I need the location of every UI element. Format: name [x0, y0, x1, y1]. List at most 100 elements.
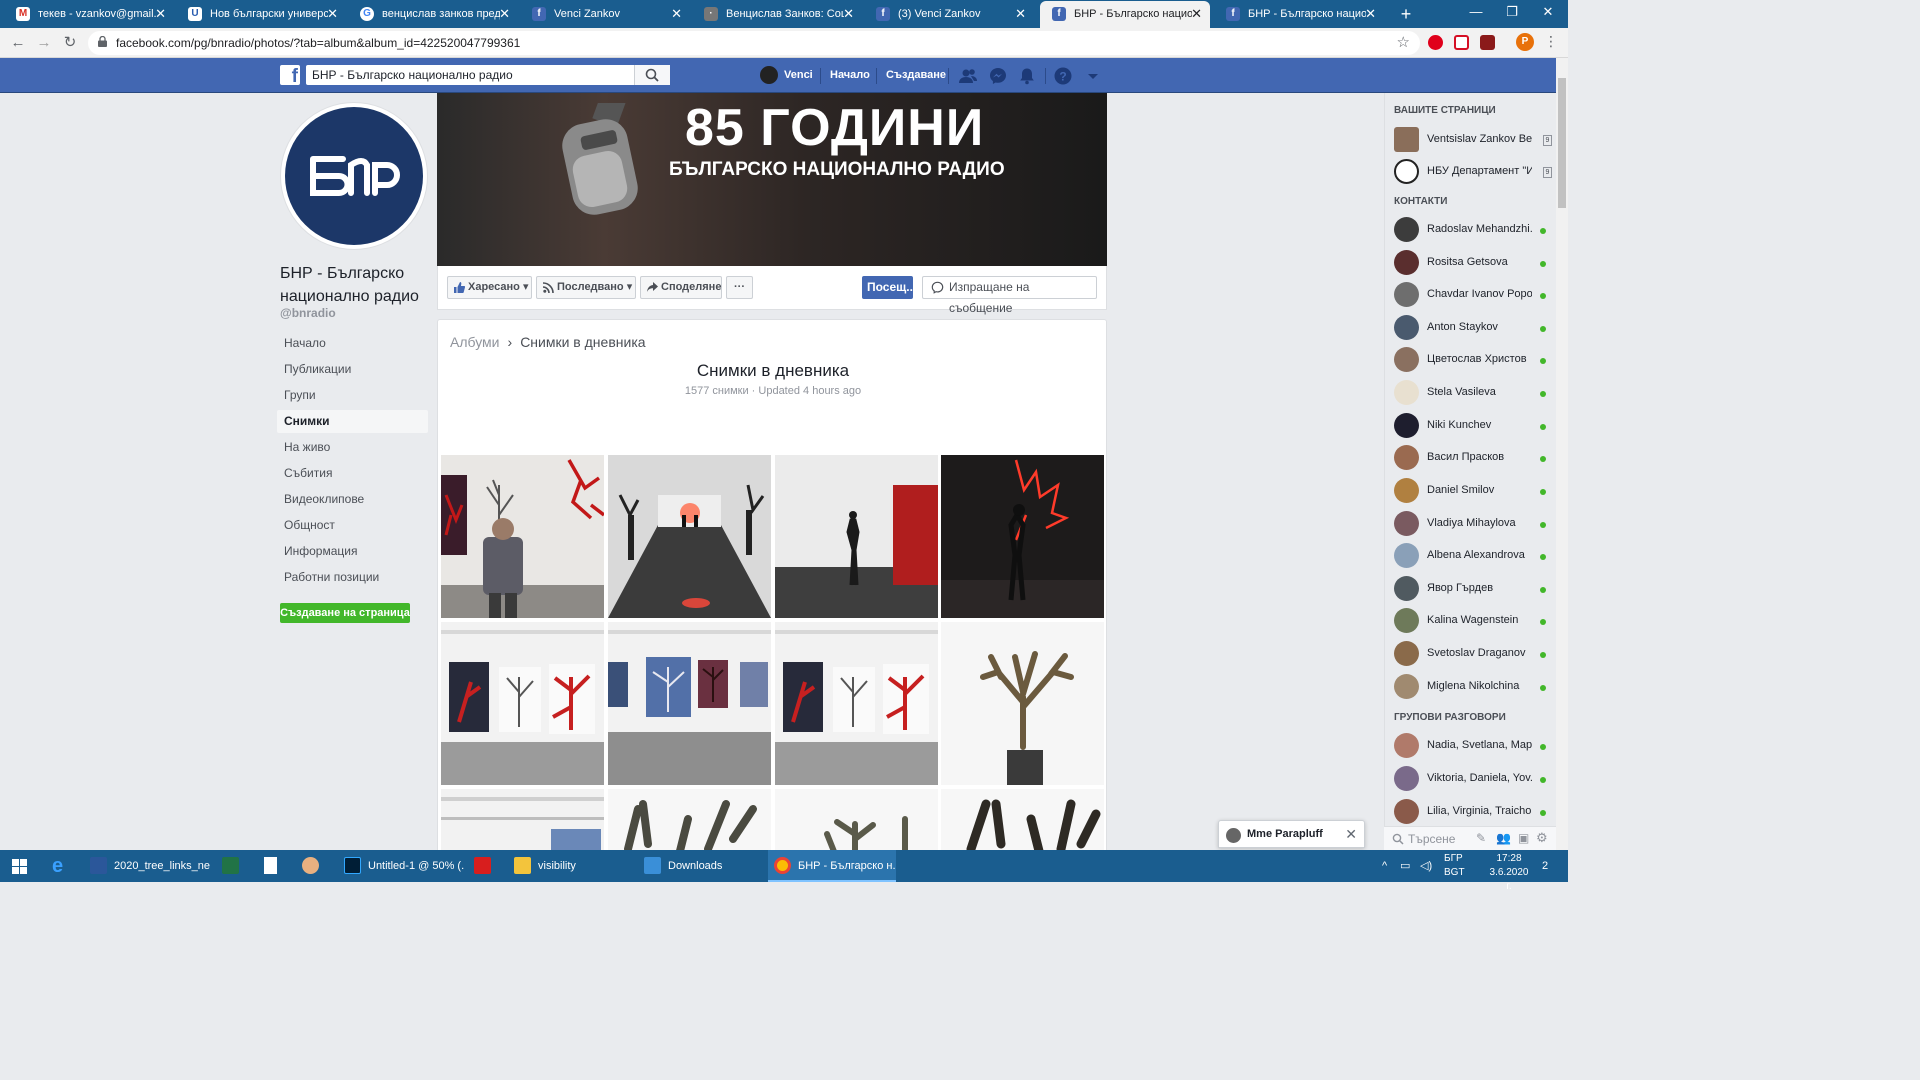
messenger-icon[interactable]	[988, 66, 1008, 86]
address-bar[interactable]: facebook.com/pg/bnradio/photos/?tab=albu…	[88, 31, 1420, 55]
contact-item[interactable]: Васил Прасков	[1394, 445, 1554, 473]
album-photo[interactable]	[941, 622, 1104, 785]
close-tab-icon[interactable]: ✕	[671, 1, 682, 27]
group-conversation-item[interactable]: Viktoria, Daniela, Yov...	[1394, 766, 1554, 794]
sidebar-page-item[interactable]: НБУ Департамент "И... 9	[1394, 159, 1554, 187]
network-icon[interactable]: ▭	[1400, 850, 1410, 882]
contact-item[interactable]: Albena Alexandrova	[1394, 543, 1554, 571]
opera-extension-icon[interactable]	[1428, 35, 1443, 50]
share-button[interactable]: Споделяне	[640, 276, 722, 299]
album-photo[interactable]	[941, 455, 1104, 618]
page-nav-posts[interactable]: Публикации	[277, 358, 428, 381]
contact-item[interactable]: Rositsa Getsova	[1394, 250, 1554, 278]
browser-app-icon[interactable]	[302, 850, 322, 882]
browser-tab[interactable]: G венцислав занков пред ме ✕	[348, 1, 518, 28]
page-nav-home[interactable]: Начало	[277, 332, 428, 355]
contact-item[interactable]: Vladiya Mihaylova	[1394, 511, 1554, 539]
edge-icon[interactable]: e	[52, 850, 63, 882]
friend-requests-icon[interactable]	[958, 66, 978, 86]
notification-center-icon[interactable]: 2	[1536, 850, 1554, 882]
browser-tab-active[interactable]: f БНР - Българско национал ✕	[1040, 1, 1210, 28]
group-conversation-item[interactable]: Lilia, Virginia, Traicho, 42 д...	[1394, 799, 1554, 827]
close-tab-icon[interactable]: ✕	[1365, 1, 1376, 27]
home-link[interactable]: Начало	[830, 66, 870, 84]
contact-item[interactable]: Kalina Wagenstein	[1394, 608, 1554, 636]
page-nav-videos[interactable]: Видеоклипове	[277, 488, 428, 511]
album-photo[interactable]	[608, 455, 771, 618]
file-icon[interactable]	[264, 850, 284, 882]
close-tab-icon[interactable]: ✕	[155, 1, 166, 27]
close-icon[interactable]: ✕	[1345, 826, 1357, 843]
page-nav-community[interactable]: Общност	[277, 514, 428, 537]
contact-item[interactable]: Miglena Nikolchina	[1394, 674, 1554, 702]
forward-icon[interactable]: →	[34, 33, 54, 53]
contact-item[interactable]: Daniel Smilov	[1394, 478, 1554, 506]
create-page-button[interactable]: Създаване на страница	[280, 603, 410, 623]
new-message-icon[interactable]: ✎	[1476, 831, 1486, 845]
group-conversation-item[interactable]: Nadia, Svetlana, Mар...	[1394, 733, 1554, 761]
chat-search-input[interactable]: Търсене ✎ 👥 ▣ ⚙	[1384, 826, 1556, 850]
clock[interactable]: 17:28 3.6.2020 г.	[1486, 852, 1532, 894]
visit-website-button[interactable]: Посещ...	[862, 276, 913, 299]
volume-icon[interactable]: ◁)	[1420, 850, 1432, 882]
sidebar-page-item[interactable]: Ventsislav Zankov Вен... 9	[1394, 127, 1554, 155]
page-nav-photos[interactable]: Снимки	[277, 410, 428, 433]
more-options-button[interactable]: ···	[726, 276, 753, 299]
taskbar-item-chrome[interactable]: БНР - Българско н...	[768, 850, 896, 882]
close-window-icon[interactable]: ✕	[1538, 4, 1558, 20]
close-tab-icon[interactable]: ✕	[1191, 1, 1202, 27]
input-language[interactable]: БГР BGT	[1444, 852, 1465, 880]
browser-tab[interactable]: U Нов български университет ✕	[176, 1, 346, 28]
page-nav-live[interactable]: На живо	[277, 436, 428, 459]
minimize-icon[interactable]: —	[1466, 4, 1486, 19]
windows-start-icon[interactable]	[12, 859, 27, 874]
contact-item[interactable]: Цветослав Христов	[1394, 347, 1554, 375]
profile-avatar[interactable]: P	[1516, 33, 1534, 51]
back-icon[interactable]: ←	[8, 33, 28, 53]
taskbar-item-downloads[interactable]: Downloads	[638, 850, 764, 882]
pdf-extension-icon[interactable]	[1480, 35, 1495, 50]
restore-icon[interactable]: ❐	[1502, 4, 1522, 20]
excel-icon[interactable]	[222, 850, 242, 882]
page-title[interactable]: БНР - Българско национално радио	[280, 262, 440, 308]
tray-chevron-up-icon[interactable]: ^	[1382, 850, 1387, 882]
new-tab-button[interactable]: +	[1396, 4, 1416, 24]
taskbar-item-photoshop[interactable]: Untitled-1 @ 50% (...	[338, 850, 464, 882]
close-tab-icon[interactable]: ✕	[1015, 1, 1026, 27]
album-photo[interactable]	[608, 789, 771, 859]
help-icon[interactable]: ?	[1053, 66, 1073, 86]
taskbar-item-word[interactable]: 2020_tree_links_net....	[84, 850, 210, 882]
page-nav-events[interactable]: Събития	[277, 462, 428, 485]
browser-tab[interactable]: M текев - vzankov@gmail.com ✕	[4, 1, 174, 28]
new-group-icon[interactable]: 👥	[1496, 831, 1511, 845]
breadcrumb-albums-link[interactable]: Албуми	[450, 334, 500, 350]
contact-item[interactable]: Anton Staykov	[1394, 315, 1554, 343]
bookmark-star-icon[interactable]: ☆	[1397, 33, 1410, 51]
following-button[interactable]: Последвано ▾	[536, 276, 636, 299]
contact-item[interactable]: Stela Vasileva	[1394, 380, 1554, 408]
page-nav-about[interactable]: Информация	[277, 540, 428, 563]
close-tab-icon[interactable]: ✕	[327, 1, 338, 27]
create-link[interactable]: Създаване	[886, 66, 946, 84]
facebook-logo-icon[interactable]: f	[280, 65, 300, 85]
browser-tab[interactable]: · Венцислав Занков: Социал ✕	[692, 1, 862, 28]
acrobat-icon[interactable]	[474, 850, 494, 882]
taskbar-item-visibility[interactable]: visibility	[508, 850, 634, 882]
facebook-search-input[interactable]: БНР - Българско национално радио	[306, 65, 670, 85]
chat-tab[interactable]: Mme Parapluff ✕	[1218, 820, 1365, 848]
page-nav-jobs[interactable]: Работни позиции	[277, 566, 428, 589]
close-tab-icon[interactable]: ✕	[843, 1, 854, 27]
account-menu-chevron-icon[interactable]	[1083, 66, 1103, 86]
browser-tab[interactable]: f (3) Venci Zankov ✕	[864, 1, 1034, 28]
album-photo[interactable]	[941, 789, 1104, 859]
liked-button[interactable]: Харесано ▾	[447, 276, 532, 299]
browser-tab[interactable]: f БНР - Българско национал ✕	[1214, 1, 1384, 28]
page-handle[interactable]: @bnradio	[280, 306, 336, 320]
scrollbar-thumb[interactable]	[1558, 78, 1566, 208]
album-photo[interactable]	[775, 789, 938, 859]
contact-item[interactable]: Niki Kunchev	[1394, 413, 1554, 441]
reload-icon[interactable]: ↻	[60, 33, 80, 53]
notifications-bell-icon[interactable]	[1017, 66, 1037, 86]
page-nav-groups[interactable]: Групи	[277, 384, 428, 407]
video-call-icon[interactable]: ▣	[1518, 831, 1529, 845]
